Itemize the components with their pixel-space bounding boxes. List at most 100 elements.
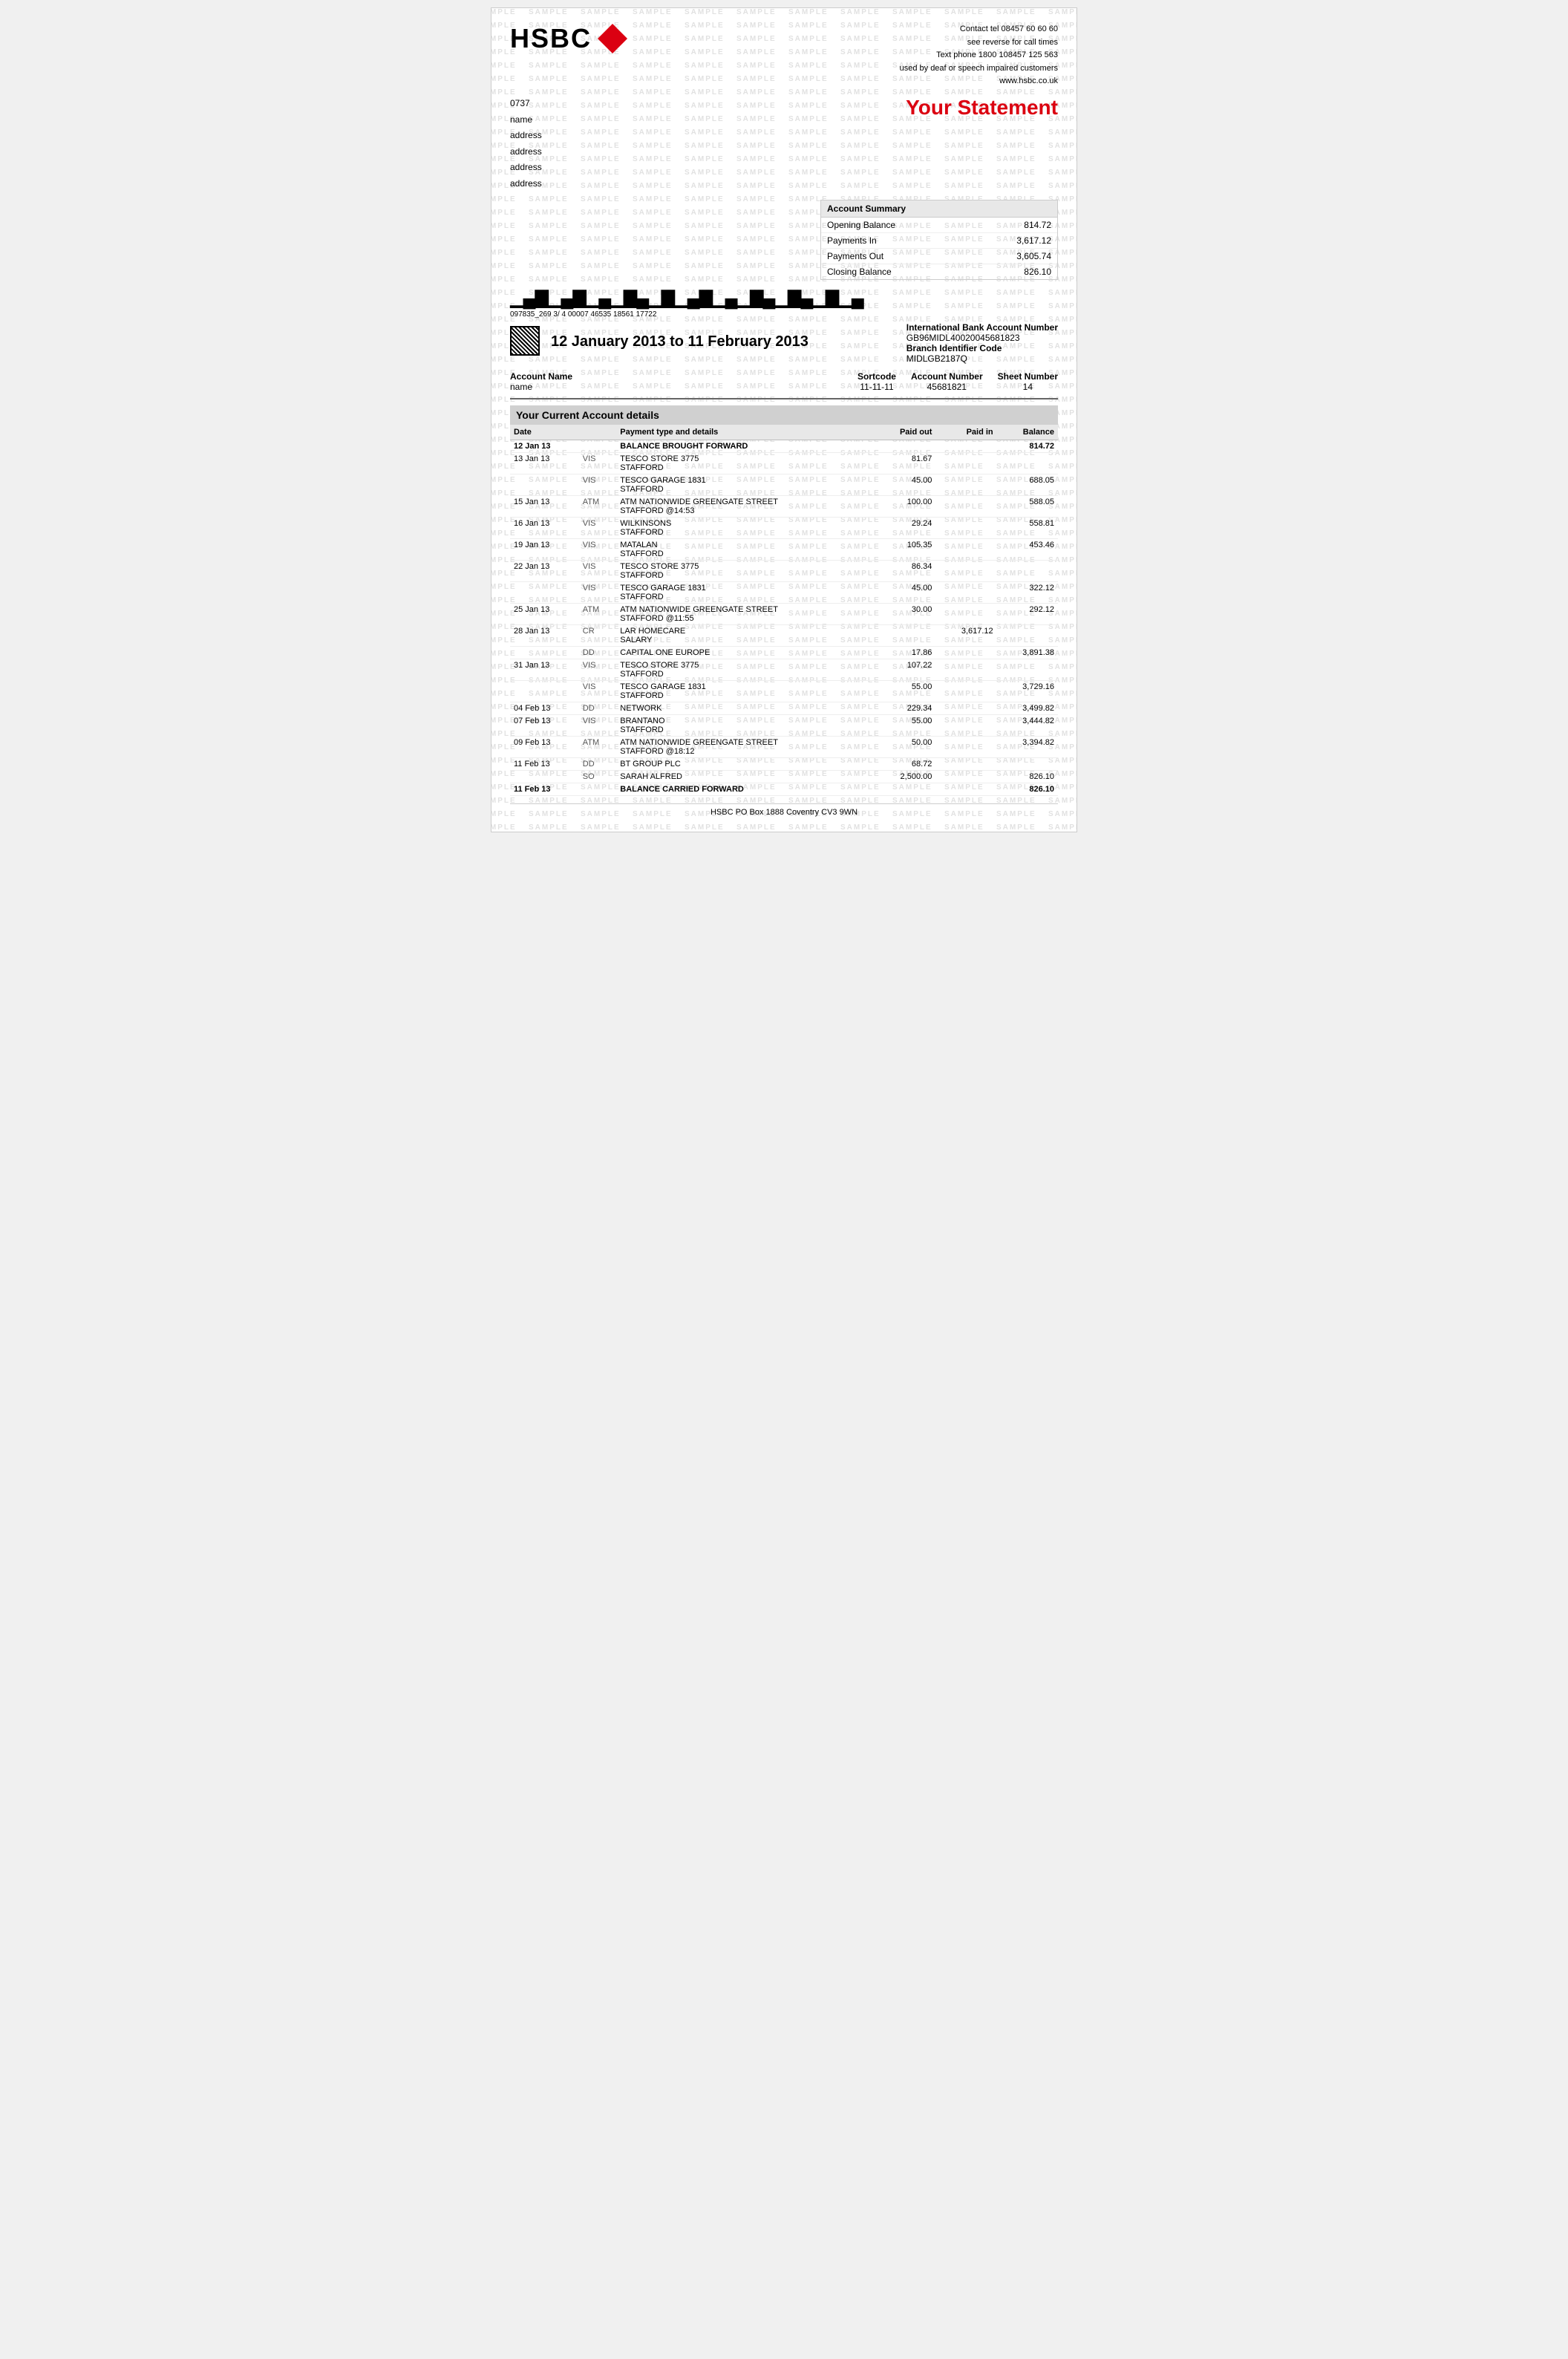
cell-detail: TESCO STORE 3775STAFFORD <box>616 452 874 474</box>
table-row: 11 Feb 13 BALANCE CARRIED FORWARD 826.10 <box>510 783 1058 795</box>
cell-balance: 3,729.16 <box>997 680 1058 702</box>
cell-date: 11 Feb 13 <box>510 757 579 770</box>
account-summary-box: Account Summary Opening Balance 814.72 P… <box>820 200 1058 280</box>
cell-balance: 3,394.82 <box>997 736 1058 757</box>
cell-paid-out: 45.00 <box>874 474 935 495</box>
cell-balance <box>997 624 1058 646</box>
cell-balance: 3,891.38 <box>997 646 1058 659</box>
cell-type: DD <box>579 646 616 659</box>
cell-detail: NETWORK <box>616 702 874 714</box>
sheet-number-value: 14 <box>998 382 1058 392</box>
cell-detail: BALANCE BROUGHT FORWARD <box>616 440 874 452</box>
summary-label-payments-out: Payments Out <box>827 251 883 261</box>
cell-balance <box>997 452 1058 474</box>
cell-paid-out: 229.34 <box>874 702 935 714</box>
cell-detail: TESCO GARAGE 1831STAFFORD <box>616 474 874 495</box>
sortcode-block: Sortcode 11-11-11 <box>858 371 896 392</box>
cell-paid-out: 86.34 <box>874 560 935 581</box>
cell-paid-out: 17.86 <box>874 646 935 659</box>
cell-detail: WILKINSONSSTAFFORD <box>616 517 874 538</box>
summary-row-closing: Closing Balance 826.10 <box>821 264 1057 279</box>
cell-type: VIS <box>579 474 616 495</box>
cell-type: ATM <box>579 603 616 624</box>
summary-amount-payments-out: 3,605.74 <box>1016 251 1051 261</box>
cell-paid-in <box>935 770 996 783</box>
cell-detail: BT GROUP PLC <box>616 757 874 770</box>
col-paid-out: Paid out <box>874 425 935 440</box>
summary-label-payments-in: Payments In <box>827 235 877 246</box>
table-row: 31 Jan 13 VIS TESCO STORE 3775STAFFORD 1… <box>510 659 1058 680</box>
cell-detail: BALANCE CARRIED FORWARD <box>616 783 874 795</box>
cell-date: 07 Feb 13 <box>510 714 579 736</box>
cell-paid-out: 50.00 <box>874 736 935 757</box>
table-row: 15 Jan 13 ATM ATM NATIONWIDE GREENGATE S… <box>510 495 1058 517</box>
table-row: DD CAPITAL ONE EUROPE 17.86 3,891.38 <box>510 646 1058 659</box>
summary-label-opening: Opening Balance <box>827 220 895 230</box>
cell-detail: TESCO STORE 3775STAFFORD <box>616 659 874 680</box>
cell-paid-in <box>935 440 996 452</box>
sheet-number-label: Sheet Number <box>998 371 1058 382</box>
col-balance: Balance <box>997 425 1058 440</box>
summary-row-payments-in: Payments In 3,617.12 <box>821 233 1057 249</box>
col-detail: Payment type and details <box>616 425 874 440</box>
cell-type: DD <box>579 702 616 714</box>
cell-balance <box>997 659 1058 680</box>
address-line2: name <box>510 112 542 128</box>
cell-paid-out: 68.72 <box>874 757 935 770</box>
bank-codes-block: Sortcode 11-11-11 Account Number 4568182… <box>858 371 1058 392</box>
account-name-block: Account Name name <box>510 371 572 392</box>
bic-label: Branch Identifier Code <box>906 343 1002 353</box>
summary-amount-payments-in: 3,617.12 <box>1016 235 1051 246</box>
cell-date: 11 Feb 13 <box>510 783 579 795</box>
account-info-section: Account Name name Sortcode 11-11-11 Acco… <box>510 371 1058 392</box>
cell-balance: 588.05 <box>997 495 1058 517</box>
cell-type: CR <box>579 624 616 646</box>
cell-type <box>579 440 616 452</box>
cell-date <box>510 581 579 603</box>
cell-date <box>510 474 579 495</box>
cell-paid-out: 105.35 <box>874 538 935 560</box>
cell-type: VIS <box>579 659 616 680</box>
address-section: 0737 name address address address addres… <box>510 96 1058 192</box>
cell-paid-in <box>935 452 996 474</box>
cell-paid-in <box>935 517 996 538</box>
cell-paid-in <box>935 603 996 624</box>
cell-type: VIS <box>579 581 616 603</box>
address-block: 0737 name address address address addres… <box>510 96 542 192</box>
cell-paid-in <box>935 560 996 581</box>
date-range: 12 January 2013 to 11 February 2013 <box>551 333 808 350</box>
cell-detail: ATM NATIONWIDE GREENGATE STREETSTAFFORD … <box>616 736 874 757</box>
cell-date: 12 Jan 13 <box>510 440 579 452</box>
cell-balance: 814.72 <box>997 440 1058 452</box>
hsbc-logo-text: HSBC <box>510 23 592 54</box>
transactions-table: Date Payment type and details Paid out P… <box>510 425 1058 796</box>
cell-detail: LAR HOMECARESALARY <box>616 624 874 646</box>
contact-line2: see reverse for call times <box>900 36 1058 50</box>
cell-paid-out: 30.00 <box>874 603 935 624</box>
cell-type: SO <box>579 770 616 783</box>
cell-paid-out: 2,500.00 <box>874 770 935 783</box>
bic-value: MIDLGB2187Q <box>906 353 1058 364</box>
cell-type: VIS <box>579 560 616 581</box>
table-row: 28 Jan 13 CR LAR HOMECARESALARY 3,617.12 <box>510 624 1058 646</box>
summary-header: Account Summary <box>821 200 1057 218</box>
cell-paid-out: 45.00 <box>874 581 935 603</box>
divider <box>510 398 1058 399</box>
footer-text: HSBC PO Box 1888 Coventry CV3 9WN <box>710 808 858 817</box>
statement-title: Your Statement <box>906 96 1058 120</box>
cell-detail: BRANTANOSTAFFORD <box>616 714 874 736</box>
logo-area: HSBC <box>510 23 627 54</box>
cell-balance: 322.12 <box>997 581 1058 603</box>
contact-line1: Contact tel 08457 60 60 60 <box>900 23 1058 36</box>
page-content: HSBC Contact tel 08457 60 60 60 see reve… <box>510 23 1058 817</box>
table-row: 13 Jan 13 VIS TESCO STORE 3775STAFFORD 8… <box>510 452 1058 474</box>
cell-date: 31 Jan 13 <box>510 659 579 680</box>
cell-type: VIS <box>579 538 616 560</box>
cell-paid-out: 29.24 <box>874 517 935 538</box>
cell-detail: TESCO STORE 3775STAFFORD <box>616 560 874 581</box>
statement-page: // Generate SAMPLE watermark rows const … <box>491 7 1077 832</box>
table-row: 09 Feb 13 ATM ATM NATIONWIDE GREENGATE S… <box>510 736 1058 757</box>
cell-detail: MATALANSTAFFORD <box>616 538 874 560</box>
address-line5: address <box>510 160 542 176</box>
current-account-header: Your Current Account details <box>510 405 1058 425</box>
